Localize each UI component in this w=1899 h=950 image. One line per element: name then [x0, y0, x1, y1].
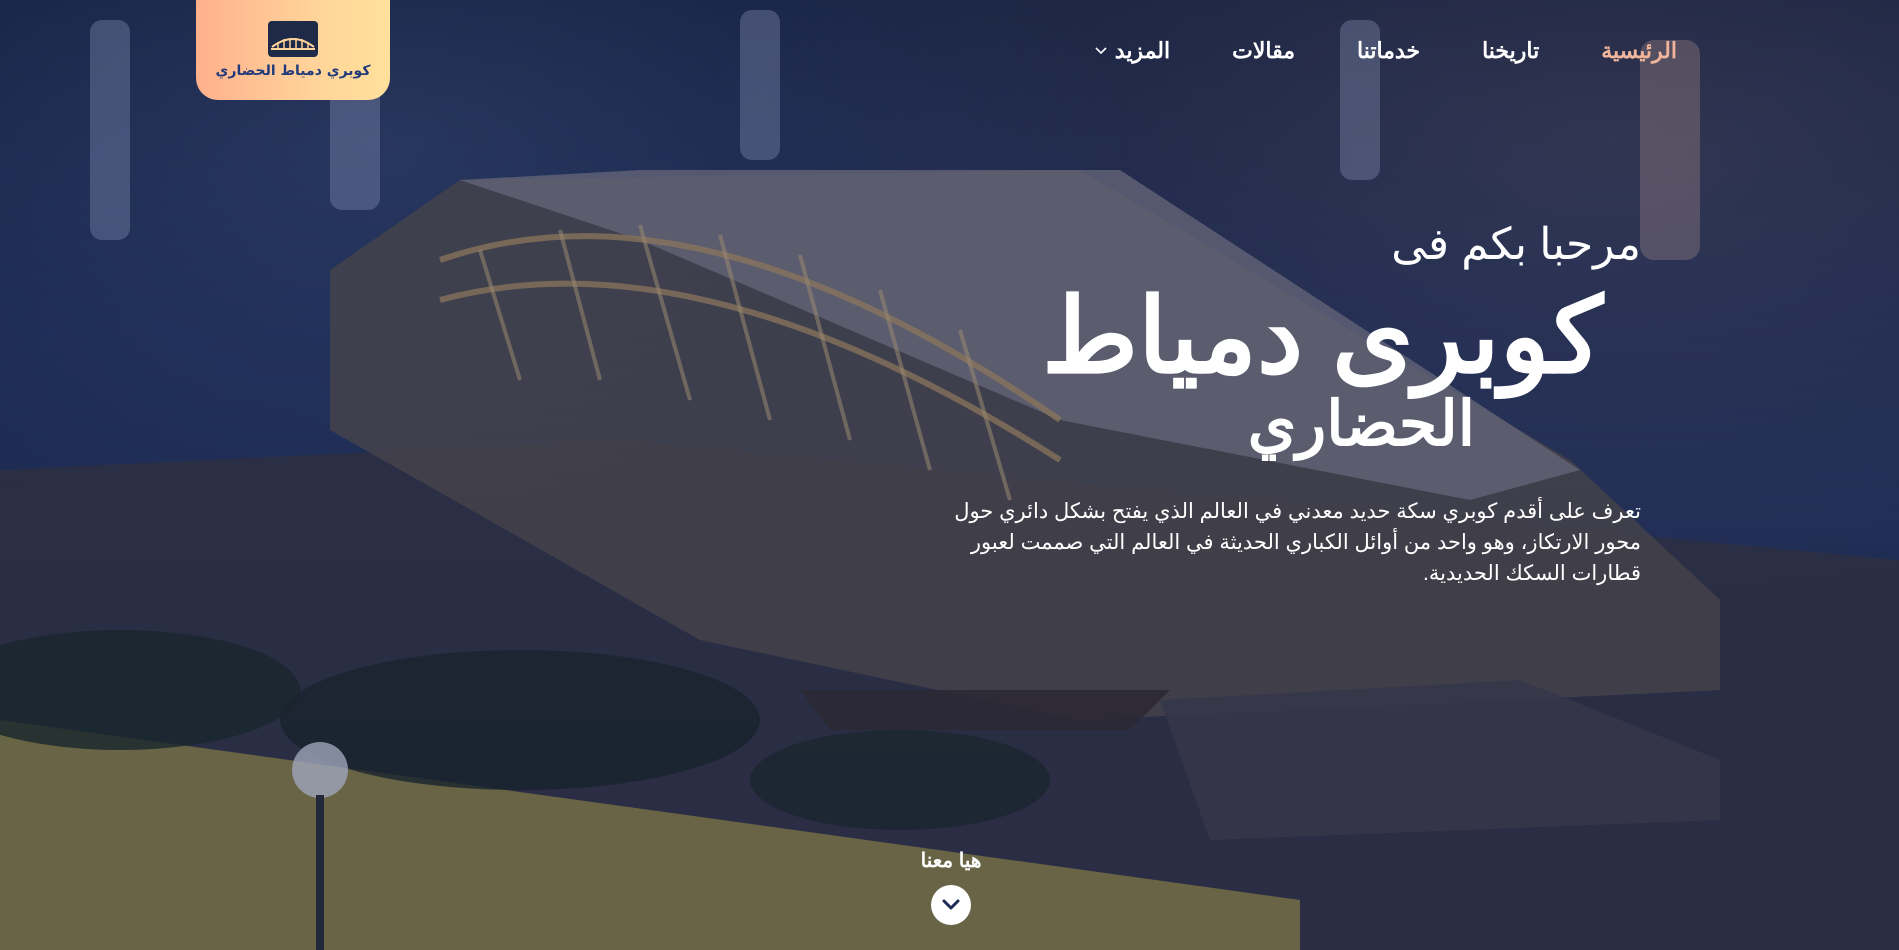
site-logo[interactable]: كوبري دمياط الحضاري [196, 0, 390, 100]
nav-item-label: الرئيسية [1601, 38, 1677, 63]
nav-item-label: مقالات [1232, 38, 1295, 63]
scroll-down-button[interactable] [931, 885, 971, 925]
hero-description: تعرف على أقدم كوبري سكة حديد معدني في ال… [954, 500, 1641, 585]
bridge-logo-icon [268, 21, 318, 57]
nav-item-label: خدماتنا [1356, 38, 1421, 63]
nav-item-services[interactable]: خدماتنا [1357, 38, 1420, 64]
nav-item-label: المزيد [1114, 38, 1171, 63]
scroll-cue: هيا معنا [918, 848, 984, 925]
nav-item-label: تاريخنا [1482, 38, 1540, 63]
chevron-down-icon [1095, 47, 1107, 55]
hero-subtitle: الحضاري [1247, 390, 1475, 459]
hero-welcome: مرحبا بكم فى [1391, 220, 1641, 269]
nav-item-more[interactable]: المزيد [1095, 38, 1170, 64]
nav-item-history[interactable]: تاريخنا [1482, 38, 1539, 64]
logo-text: كوبري دمياط الحضاري [215, 63, 371, 79]
chevron-down-icon [942, 899, 960, 910]
nav-item-articles[interactable]: مقالات [1232, 38, 1295, 64]
scroll-cue-label: هيا معنا [920, 850, 982, 872]
hero-title: كوبرى دمياط [1041, 279, 1603, 395]
main-nav: الرئيسية تاريخنا خدماتنا مقالات المزيد [1095, 38, 1677, 64]
hero-content: مرحبا بكم فى كوبرى دمياط الحضاري تعرف عل… [941, 218, 1641, 589]
nav-item-home[interactable]: الرئيسية [1601, 38, 1677, 64]
